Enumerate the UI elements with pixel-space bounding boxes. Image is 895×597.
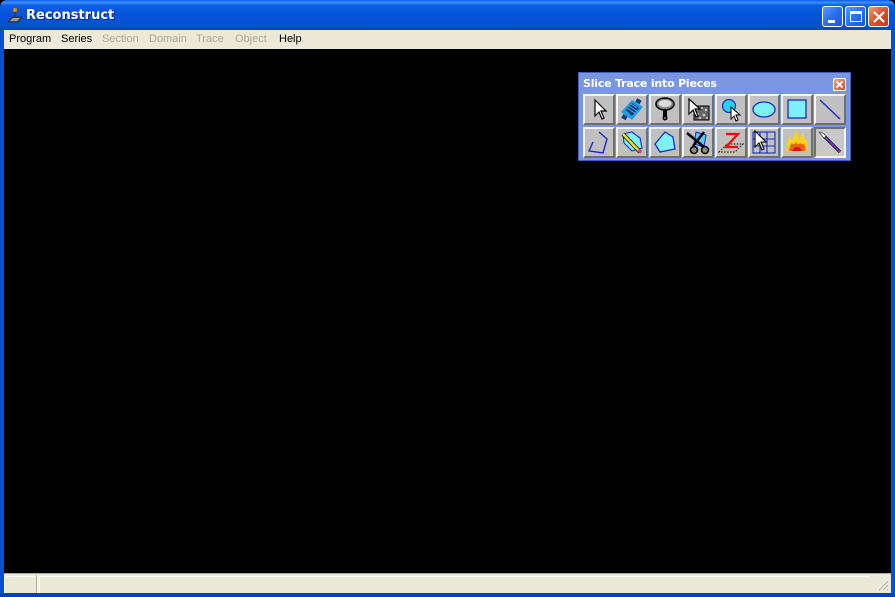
circle-pointer-icon — [721, 98, 742, 122]
tool-rectangle[interactable] — [781, 94, 813, 125]
close-icon — [835, 80, 844, 89]
status-bar — [4, 573, 891, 593]
fire-icon — [786, 131, 808, 151]
tool-magnify[interactable] — [649, 94, 681, 125]
arrow-pointer-icon — [594, 98, 608, 120]
rectangle-icon — [787, 99, 807, 119]
minimize-button[interactable] — [822, 6, 843, 27]
menu-series[interactable]: Series — [61, 33, 92, 45]
maximize-icon — [850, 11, 862, 22]
minimize-icon — [828, 20, 835, 23]
app-icon — [7, 7, 23, 23]
polyline-icon — [587, 131, 608, 154]
tool-wildfire[interactable] — [781, 127, 813, 158]
tool-line[interactable] — [814, 94, 846, 125]
menu-bar: Program Series Section Domain Trace Obje… — [4, 30, 891, 49]
tool-scissors[interactable] — [682, 127, 714, 158]
domain-pointer-icon — [688, 97, 710, 121]
window-title: Reconstruct — [26, 8, 115, 23]
title-bar[interactable]: Reconstruct — [0, 0, 895, 30]
ellipse-icon — [752, 101, 776, 118]
status-pane-1 — [4, 576, 36, 593]
tool-palette: Slice Trace into Pieces — [578, 72, 851, 161]
tool-scalpel[interactable] — [814, 127, 846, 158]
close-button[interactable] — [868, 6, 889, 27]
tool-domain-select[interactable] — [682, 94, 714, 125]
maximize-button[interactable] — [845, 6, 866, 27]
scalpel-icon — [818, 131, 842, 154]
menu-domain[interactable]: Domain — [149, 33, 187, 45]
tool-pencil[interactable] — [616, 127, 648, 158]
menu-help[interactable]: Help — [279, 33, 302, 45]
tool-open-polyline[interactable] — [583, 127, 615, 158]
scissors-icon — [686, 131, 710, 155]
window-border-bottom — [0, 593, 895, 597]
menu-program[interactable]: Program — [9, 33, 51, 45]
line-icon — [819, 99, 841, 120]
menu-section[interactable]: Section — [102, 33, 139, 45]
grid-pointer-icon — [752, 129, 776, 154]
tool-circle-select[interactable] — [715, 94, 747, 125]
menu-object[interactable]: Object — [235, 33, 267, 45]
tool-pan-zoom[interactable] — [616, 94, 648, 125]
resize-grip-icon[interactable] — [877, 579, 889, 591]
tool-ellipse[interactable] — [748, 94, 780, 125]
tool-z-trace[interactable] — [715, 127, 747, 158]
status-pane-2 — [39, 576, 869, 593]
tool-closed-polygon[interactable] — [649, 127, 681, 158]
magnifier-icon — [655, 97, 675, 121]
palette-title[interactable]: Slice Trace into Pieces — [583, 77, 717, 90]
polygon-icon — [654, 131, 676, 153]
z-trace-icon — [717, 132, 745, 153]
status-separator — [36, 575, 38, 593]
palette-close-button[interactable] — [833, 78, 846, 91]
tool-grid[interactable] — [748, 127, 780, 158]
menu-trace[interactable]: Trace — [196, 33, 224, 45]
window-border-right — [891, 30, 895, 593]
pan-zoom-icon — [621, 98, 643, 121]
tool-pointer[interactable] — [583, 94, 615, 125]
close-icon — [873, 11, 885, 23]
pencil-icon — [621, 131, 643, 154]
